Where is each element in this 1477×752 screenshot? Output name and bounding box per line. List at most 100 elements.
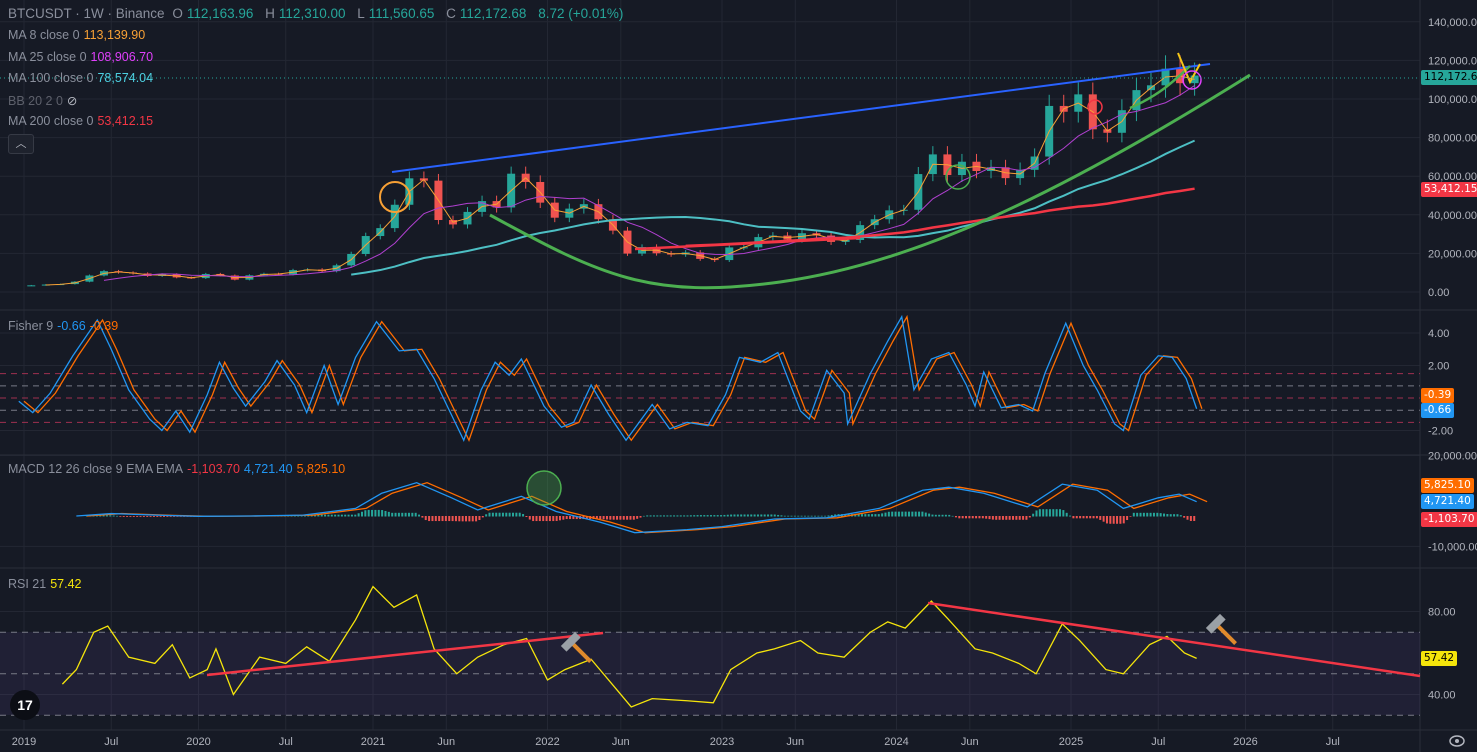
macd-histogram-bar [112, 515, 115, 517]
macd-histogram-bar [384, 510, 387, 517]
macd-line [76, 481, 1197, 534]
macd-histogram-bar [1005, 516, 1008, 520]
macd-histogram-bar [371, 509, 374, 517]
macd-histogram-bar [669, 515, 672, 517]
chart-canvas[interactable]: 2019 Jul 2020 Jul 2021 Jun 2022 Jun 2023 Jun 2024 J… [0, 0, 1477, 752]
macd-histogram-bar [649, 515, 652, 517]
time-tick-label: 2024 [884, 736, 908, 748]
macd-histogram-bar [1092, 516, 1095, 519]
macd-histogram-bar [713, 515, 716, 517]
macd-histogram-bar [1062, 510, 1065, 517]
symbol-title[interactable]: BTCUSDT · 1W · Binance [8, 6, 165, 21]
macd-histogram-bar [1008, 516, 1011, 520]
close-value: 112,172.68 [459, 6, 527, 21]
macd-histogram-bar [548, 516, 551, 522]
legend-ma8[interactable]: MA 8 close 0 113,139.90 [8, 28, 149, 42]
macd-histogram-bar [522, 514, 525, 517]
macd-histogram-bar [471, 516, 474, 522]
macd-histogram-bar [726, 514, 729, 517]
fisher-tick-label: 4.00 [1428, 328, 1449, 340]
macd-histogram-bar [679, 515, 682, 517]
macd-histogram-bar [454, 516, 457, 522]
macd-histogram-bar [1058, 509, 1061, 517]
macd-histogram-bar [807, 515, 810, 517]
macd-histogram-bar [387, 511, 390, 517]
macd-histogram-bar [632, 516, 635, 520]
macd-histogram-bar [770, 514, 773, 517]
high-value: 112,310.00 [278, 6, 346, 21]
ma25-label: MA 25 close 0 [8, 50, 87, 64]
macd-histogram-bar [1028, 516, 1031, 518]
macd-histogram-bar [525, 516, 528, 518]
macd-histogram-bar [659, 515, 662, 517]
macd-histogram-bar [515, 512, 518, 517]
macd-histogram-bar [793, 515, 796, 517]
macd-histogram-bar [1166, 514, 1169, 517]
settings-icon[interactable] [1448, 733, 1466, 749]
macd-histogram-bar [978, 516, 981, 519]
macd-histogram-bar [951, 515, 954, 517]
macd-histogram-bar [797, 515, 800, 517]
macd-histogram-bar [374, 509, 377, 517]
macd-histogram-bar [1089, 516, 1092, 519]
macd-histogram-bar [619, 516, 622, 520]
macd-histogram-bar [1095, 516, 1098, 519]
macd-histogram-bar [132, 516, 135, 517]
macd-histogram-bar [1116, 516, 1119, 524]
macd-histogram-bar [512, 512, 515, 517]
macd-histogram-bar [126, 516, 129, 517]
macd-histogram-bar [1045, 509, 1048, 517]
macd-histogram-bar [344, 514, 347, 517]
macd-histogram-bar [827, 515, 830, 517]
macd-histogram-bar [629, 516, 632, 520]
macd-histogram-bar [743, 514, 746, 517]
macd-histogram-bar [1156, 512, 1159, 517]
macd-histogram-bar [350, 514, 353, 517]
eye-hidden-icon[interactable]: ⊘ [67, 94, 77, 108]
macd-histogram-bar [327, 514, 330, 517]
macd-histogram-bar [501, 512, 504, 517]
macd-histogram-bar [750, 514, 753, 517]
macd-histogram-bar [558, 516, 561, 521]
macd-histogram-bar [1146, 512, 1149, 517]
macd-histogram-bar [528, 516, 531, 520]
rsi-badge: 57.42 [1421, 651, 1458, 666]
price-pane [27, 55, 1199, 287]
macd-histogram-bar [142, 516, 145, 517]
macd-histogram-bar [1038, 509, 1041, 517]
price-tick-label: 100,000.00 [1428, 94, 1477, 106]
macd-histogram-bar [347, 514, 350, 517]
legend-ma200[interactable]: MA 200 close 0 53,412.15 [8, 114, 157, 128]
macd-histogram-bar [1065, 512, 1068, 517]
macd-histogram-bar [434, 516, 437, 522]
macd-histogram-bar [736, 514, 739, 517]
legend-rsi[interactable]: RSI 21 57.42 [8, 577, 86, 591]
macd-histogram-bar [1012, 516, 1015, 520]
macd-histogram-bar [418, 514, 421, 517]
legend-ma25[interactable]: MA 25 close 0 108,906.70 [8, 50, 157, 64]
macd-histogram-bar [424, 516, 427, 521]
macd-histogram-bar [1075, 516, 1078, 519]
macd-histogram-bar [609, 516, 612, 520]
macd-histogram-bar [401, 512, 404, 517]
low-value: 111,560.65 [368, 6, 435, 21]
macd-histogram-bar [1072, 516, 1075, 519]
trendline-blue[interactable] [391, 63, 1211, 173]
macd-histogram-bar [109, 515, 112, 517]
legend-ma100[interactable]: MA 100 close 0 78,574.04 [8, 71, 157, 85]
tradingview-logo[interactable]: 17 [10, 690, 40, 720]
macd-histogram-bar [1048, 509, 1051, 517]
macd-histogram-bar [975, 516, 978, 519]
legend-bb[interactable]: BB 20 2 0 ⊘ [8, 93, 81, 108]
macd-histogram-bar [689, 515, 692, 517]
fisher-line [18, 314, 1198, 442]
macd-histogram-bar [475, 516, 478, 522]
collapse-legend-button[interactable]: ︿ [8, 134, 34, 154]
macd-histogram-bar [1001, 516, 1004, 520]
circle-green-macd[interactable] [526, 470, 562, 506]
legend-macd[interactable]: MACD 12 26 close 9 EMA EMA -1,103.70 4,721… [8, 462, 349, 476]
macd-histogram-bar [532, 516, 535, 522]
legend-fisher[interactable]: Fisher 9 -0.66 -0.39 [8, 319, 122, 333]
time-tick-label: Jun [437, 736, 455, 748]
macd-histogram-bar [780, 515, 783, 517]
